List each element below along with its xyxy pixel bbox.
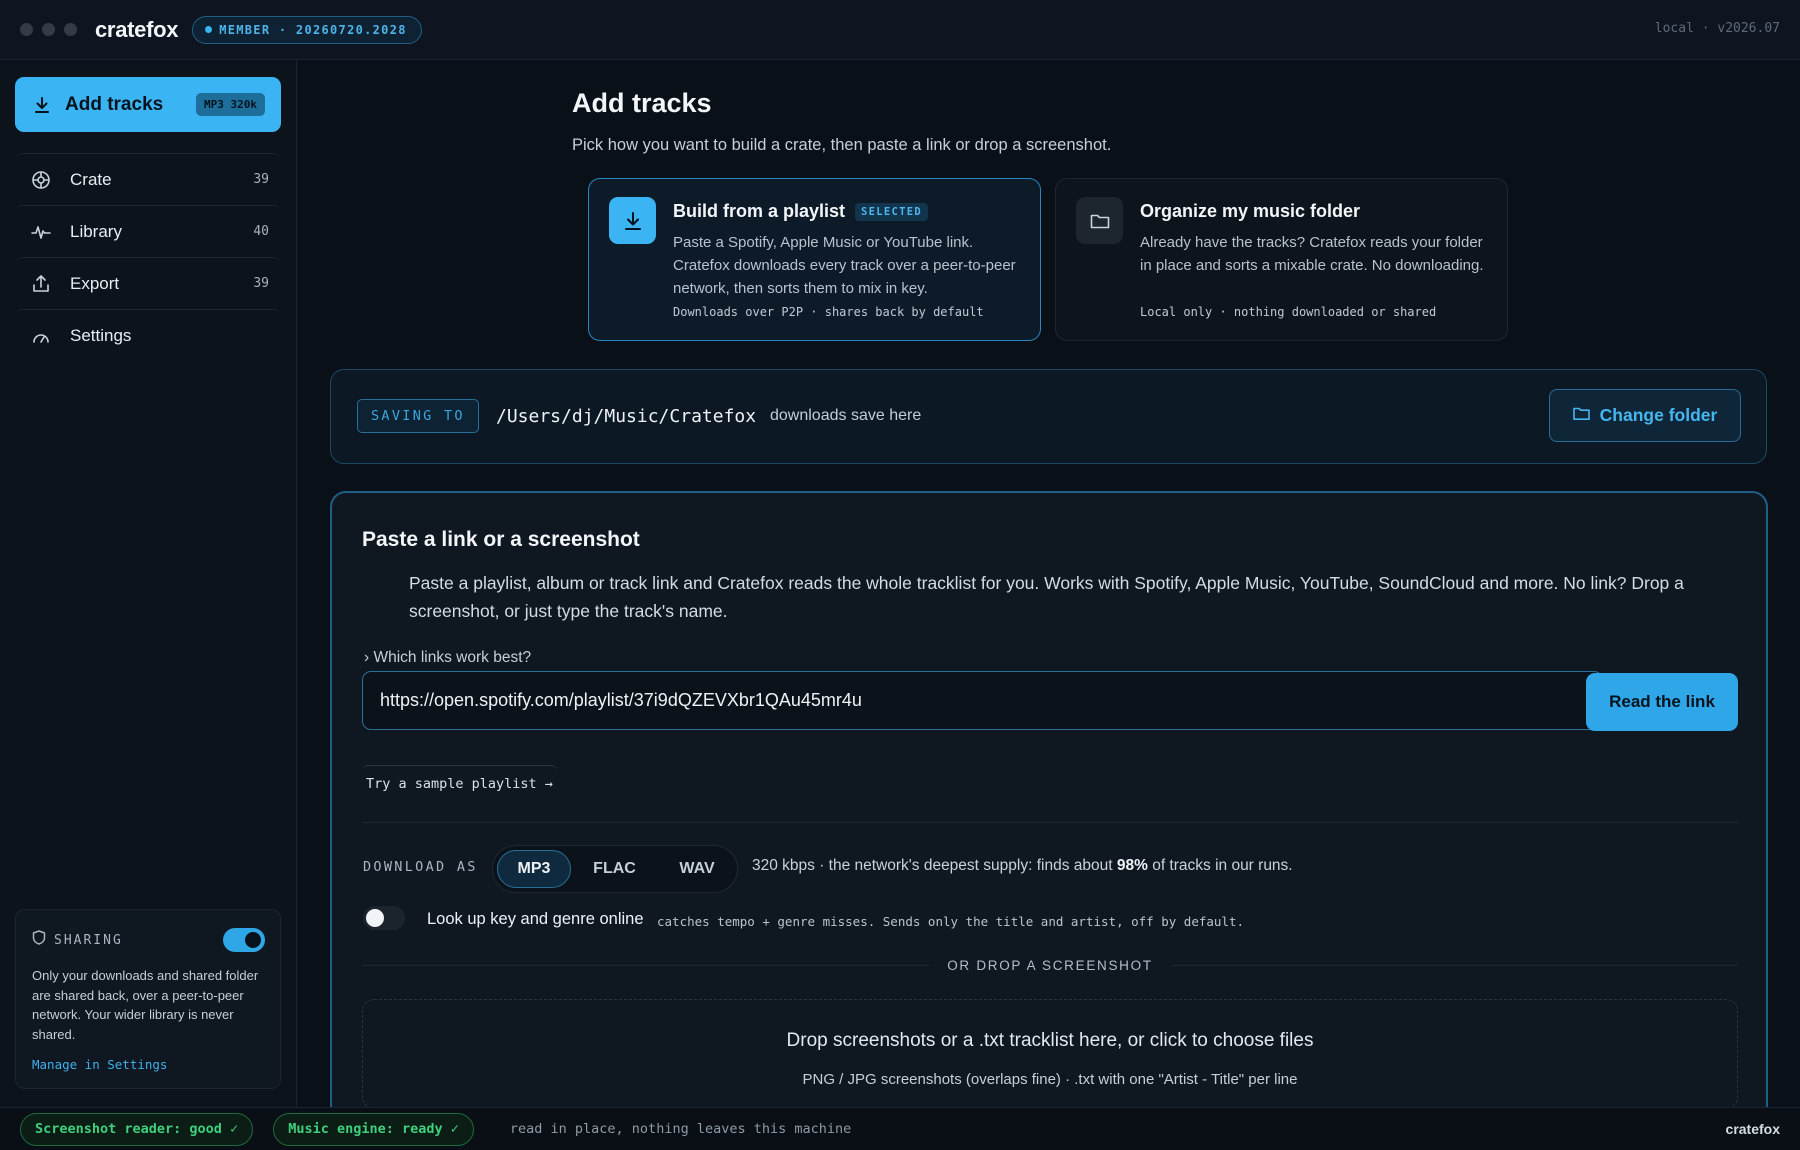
sidebar-item-export[interactable]: Export 39 [15,257,281,309]
selected-badge: SELECTED [855,202,929,221]
which-links-disclosure[interactable]: › Which links work best? [364,649,531,667]
sidebar-nav: Crate 39 Library 40 Export 39 Settings [15,153,281,361]
which-links-label: Which links work best? [373,649,532,666]
format-note-post: of tracks in our runs. [1147,857,1293,874]
add-tracks-button[interactable]: Add tracks MP3 320k [15,77,281,132]
format-note-pre: 320 kbps · the network's deepest supply:… [752,857,1117,874]
format-option-wav[interactable]: WAV [658,850,736,888]
paste-panel-intro: Paste a playlist, album or track link an… [409,573,1684,621]
sidebar-item-label: Export [70,273,120,293]
app-brand: cratefox [95,16,179,42]
status-brand: cratefox [1725,1121,1780,1137]
mode-card-title: Organize my music folder [1140,201,1360,222]
manage-in-settings-link[interactable]: Manage in Settings [32,1057,280,1072]
sidebar-item-library[interactable]: Library 40 [15,205,281,257]
sidebar-item-label: Settings [70,325,132,345]
save-path: /Users/dj/Music/Cratefox [496,406,757,427]
member-badge-label: MEMBER · 20260720.2028 [219,22,407,37]
paste-panel-title: Paste a link or a screenshot [362,528,640,551]
status-note: read in place, nothing leaves this machi… [509,1121,852,1137]
mode-card-footer: Local only · nothing downloaded or share… [1140,305,1437,319]
download-as-label: DOWNLOAD AS [363,859,478,875]
download-icon [31,94,53,116]
dropzone-subtitle: PNG / JPG screenshots (overlaps fine) · … [802,1071,1298,1088]
mode-card-playlist[interactable]: Build from a playlist SELECTED Paste a S… [588,178,1041,341]
mode-card-footer: Downloads over P2P · shares back by defa… [673,305,984,319]
or-drop-label: OR DROP A SCREENSHOT [947,958,1153,973]
lookup-key-genre-label: Look up key and genre online [427,910,644,928]
screenshot-reader-status: Screenshot reader: good ✓ [20,1112,254,1146]
music-engine-status: Music engine: ready ✓ [273,1112,474,1146]
folder-icon [1076,197,1123,244]
format-option-mp3[interactable]: MP3 [497,850,571,888]
sidebar-item-count: 39 [253,276,269,291]
screenshot-dropzone[interactable]: Drop screenshots or a .txt tracklist her… [362,999,1738,1109]
format-note: 320 kbps · the network's deepest supply:… [752,857,1293,875]
mode-card-description: Paste a Spotify, Apple Music or YouTube … [673,234,1016,297]
folder-icon [1572,405,1590,426]
change-folder-button[interactable]: Change folder [1549,389,1741,442]
window-controls [20,23,77,36]
or-drop-divider: OR DROP A SCREENSHOT [362,958,1739,973]
gauge-icon [30,325,52,347]
sharing-panel: SHARING Only your downloads and shared f… [15,909,281,1089]
upload-icon [30,273,52,295]
saving-to-label: SAVING TO [357,399,479,433]
sharing-label: SHARING [54,932,123,948]
minimize-window-button[interactable] [42,23,55,36]
format-selector: MP3 FLAC WAV [492,845,738,893]
mode-card-organize[interactable]: Organize my music folder Already have th… [1055,178,1508,341]
divider-line [362,965,930,966]
status-bar: Screenshot reader: good ✓ Music engine: … [0,1107,1800,1150]
sidebar-item-label: Crate [70,169,112,189]
page-title: Add tracks [572,88,712,118]
playlist-url-input[interactable] [362,671,1603,730]
crate-icon [30,169,52,191]
sidebar-item-label: Library [70,221,122,241]
version-label: local · v2026.07 [1654,21,1780,36]
pulse-icon [30,221,52,243]
maximize-window-button[interactable] [64,23,77,36]
page-subtitle: Pick how you want to build a crate, then… [572,136,1112,154]
lookup-key-genre-toggle[interactable] [363,906,405,930]
paste-panel: Paste a link or a screenshot Paste a pla… [330,491,1768,1150]
change-folder-label: Change folder [1599,405,1718,425]
title-bar: cratefox MEMBER · 20260720.2028 local · … [0,0,1800,60]
mode-card-title: Build from a playlist SELECTED [673,201,929,222]
sidebar-item-count: 40 [253,224,269,239]
sidebar-item-crate[interactable]: Crate 39 [15,153,281,205]
lookup-key-genre-hint: catches tempo + genre misses. Sends only… [657,914,1244,929]
quality-badge: MP3 320k [196,93,265,116]
dropzone-title: Drop screenshots or a .txt tracklist her… [786,1030,1314,1051]
format-option-flac[interactable]: FLAC [571,850,658,888]
saving-location-panel: SAVING TO /Users/dj/Music/Cratefox downl… [330,369,1767,464]
save-path-hint: downloads save here [770,407,922,424]
divider [362,822,1738,823]
mode-card-description: Already have the tracks? Cratefox reads … [1140,234,1484,274]
add-tracks-label: Add tracks [65,93,164,115]
sidebar: Add tracks MP3 320k Crate 39 Library 40 … [0,60,297,1107]
read-link-button[interactable]: Read the link [1586,673,1738,731]
format-note-percent: 98% [1116,857,1148,874]
sharing-toggle[interactable] [223,928,265,952]
sidebar-item-settings[interactable]: Settings [15,309,281,361]
sharing-description: Only your downloads and shared folder ar… [32,968,259,1042]
status-dot-icon [205,26,213,33]
member-badge: MEMBER · 20260720.2028 [192,15,422,44]
close-window-button[interactable] [20,23,33,36]
sidebar-item-count: 39 [253,172,269,187]
shield-icon [32,930,46,950]
chevron-right-icon: › [364,649,370,666]
mode-card-title-text: Build from a playlist [673,201,846,221]
divider-line [1170,965,1739,966]
download-icon [609,197,656,244]
try-sample-playlist-link[interactable]: Try a sample playlist → [362,765,557,801]
mode-card-title-text: Organize my music folder [1140,201,1361,221]
